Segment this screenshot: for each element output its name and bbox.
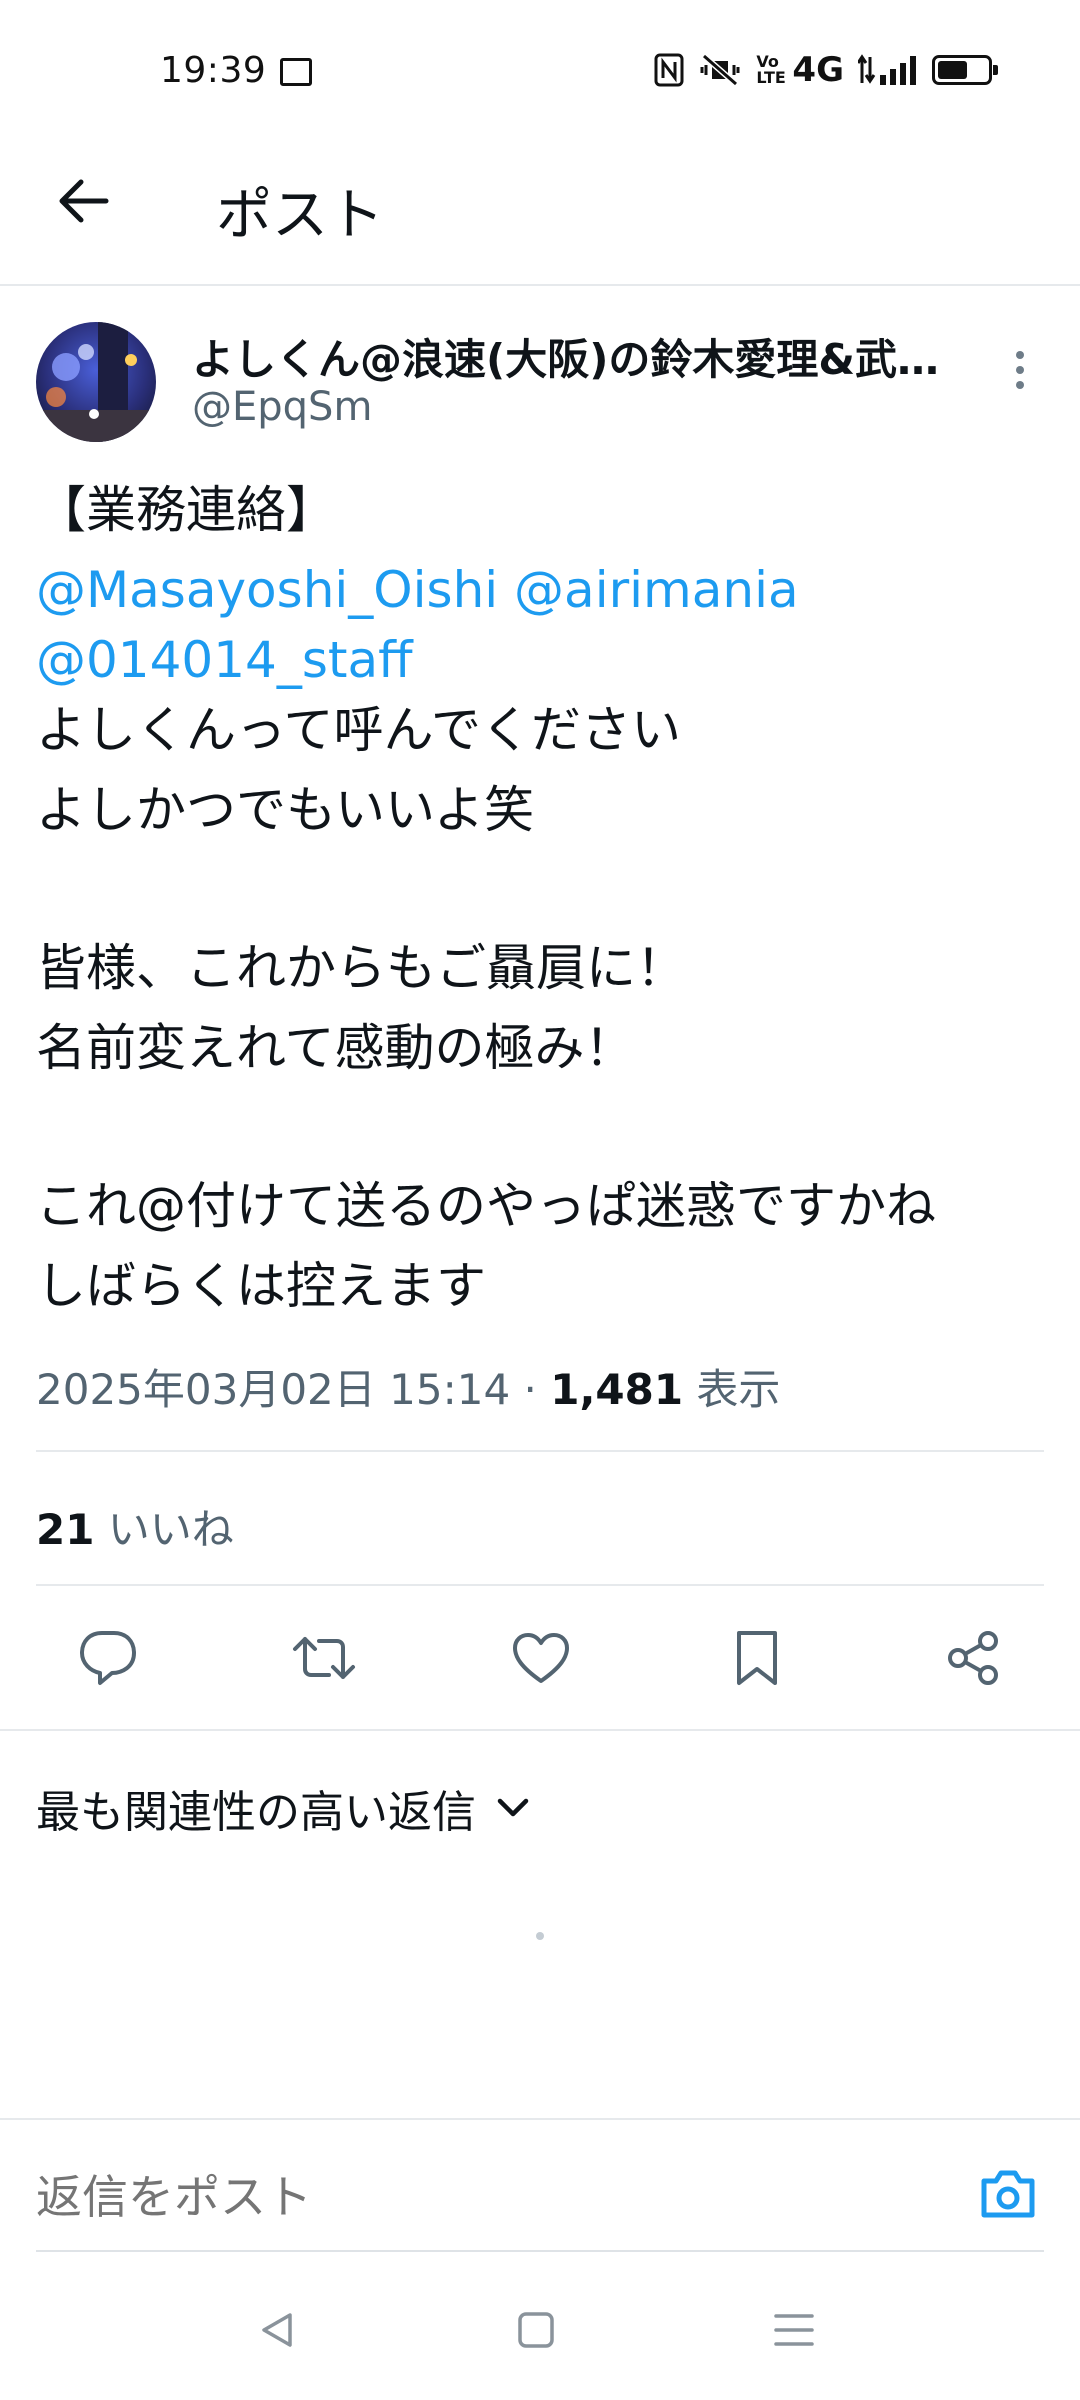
- retweet-button[interactable]: [291, 1625, 357, 1691]
- reply-input[interactable]: [36, 2170, 936, 2224]
- camera-button[interactable]: [976, 2164, 1040, 2224]
- mention-link[interactable]: @014014_staff: [36, 620, 1046, 690]
- reply-sort-dropdown[interactable]: 最も関連性の高い返信: [36, 1776, 530, 1840]
- bookmark-icon: [737, 1631, 777, 1685]
- tweet-line: しばらくは控えます: [36, 1257, 486, 1315]
- more-dot-icon: [1016, 381, 1024, 389]
- nav-back-button[interactable]: [248, 2300, 308, 2360]
- app-header: ポスト: [0, 140, 1080, 286]
- chevron-down-icon: [497, 1798, 529, 1817]
- timestamp[interactable]: 2025年03月02日 15:14 ·: [36, 1365, 550, 1414]
- divider: [36, 1450, 1044, 1452]
- vibrate-mute-icon: [698, 53, 742, 87]
- retweet-icon: [293, 1637, 355, 1679]
- mention-links[interactable]: @Masayoshi_Oishi @airimania: [36, 550, 1046, 620]
- tweet-line: よしくんって呼んでください: [36, 701, 681, 759]
- bookmark-button[interactable]: [724, 1625, 790, 1691]
- page-title: ポスト: [216, 183, 384, 248]
- network-label: 4G: [792, 50, 844, 90]
- more-dot-icon: [1016, 351, 1024, 359]
- square-home-icon: [518, 2312, 554, 2348]
- loading-indicator: [536, 1932, 544, 1940]
- author-handle[interactable]: @EpqSm: [192, 384, 372, 430]
- notification-icon: [280, 58, 312, 86]
- tweet-line: 名前変えれて感動の極み！: [36, 1019, 635, 1077]
- views-count: 1,481: [550, 1365, 684, 1414]
- likes-stat[interactable]: 21 いいね: [36, 1496, 234, 1557]
- signal-icon: [858, 53, 918, 87]
- status-bar: 19:39 Vo LTE 4G: [0, 0, 1080, 140]
- author-name[interactable]: よしくん@浪速(大阪)の鈴木愛理&武…: [192, 326, 972, 387]
- tweet-meta: 2025年03月02日 15:14 · 1,481 表示: [36, 1356, 780, 1417]
- avatar-image: [36, 322, 156, 442]
- tweet-text: 【業務連絡】 @Masayoshi_Oishi @airimania @0140…: [36, 470, 1046, 1326]
- views-label: 表示: [683, 1365, 781, 1414]
- reply-sort-label: 最も関連性の高い返信: [36, 1787, 476, 1838]
- likes-count: 21: [36, 1505, 95, 1554]
- likes-label: いいね: [94, 1505, 234, 1554]
- share-icon: [948, 1631, 998, 1685]
- battery-level: [938, 61, 967, 79]
- camera-icon: [981, 2170, 1035, 2218]
- avatar[interactable]: [36, 322, 156, 442]
- more-options-button[interactable]: [1000, 345, 1040, 395]
- more-dot-icon: [1016, 366, 1024, 374]
- divider: [36, 1584, 1044, 1586]
- reply-button[interactable]: [75, 1625, 141, 1691]
- status-time: 19:39: [160, 50, 267, 91]
- divider: [0, 1729, 1080, 1731]
- tweet-line: 皆様、これからもご贔屓に！: [36, 939, 686, 997]
- menu-lines-icon: [774, 2314, 814, 2346]
- nav-menu-button[interactable]: [764, 2300, 824, 2360]
- volte-label: Vo LTE: [756, 52, 786, 87]
- like-icon: [513, 1633, 569, 1683]
- nav-home-button[interactable]: [506, 2300, 566, 2360]
- tweet-line: 【業務連絡】: [36, 481, 336, 539]
- back-button[interactable]: [48, 166, 118, 236]
- like-button[interactable]: [508, 1625, 574, 1691]
- tweet-line: これ@付けて送るのやっぱ迷惑ですかね: [36, 1177, 936, 1235]
- arrow-left-icon: [59, 179, 109, 223]
- reply-composer: [0, 2118, 1080, 2252]
- battery-icon: [932, 55, 998, 85]
- triangle-back-icon: [262, 2313, 292, 2347]
- reply-underline: [36, 2250, 1044, 2252]
- share-button[interactable]: [940, 1625, 1006, 1691]
- status-icons: Vo LTE 4G: [654, 50, 998, 90]
- tweet-line: よしかつでもいいよ笑: [36, 781, 534, 839]
- reply-icon: [80, 1631, 136, 1685]
- nfc-icon: [654, 53, 684, 87]
